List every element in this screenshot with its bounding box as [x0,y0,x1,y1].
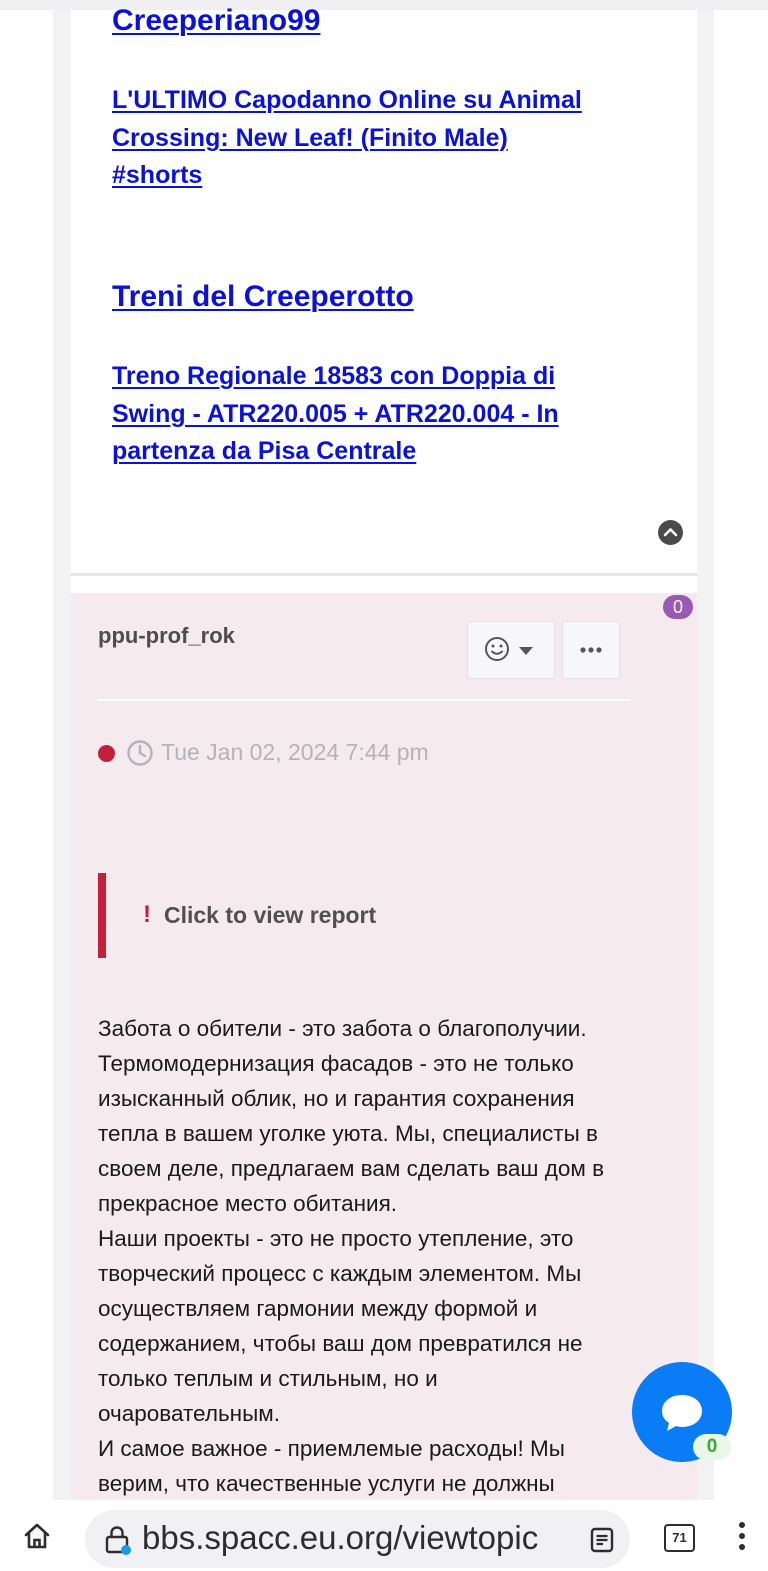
post-author[interactable]: ppu-prof_rok [98,623,235,649]
home-icon[interactable] [22,1521,52,1551]
url-text: bbs.spacc.eu.org/viewtopic [142,1519,539,1556]
post-body-line: творческий процесс с каждым элементом. М… [98,1261,582,1286]
chat-bubble-icon [662,1395,702,1431]
video-link-line: Crossing: New Leaf! (Finito Male) [112,123,508,152]
address-bar[interactable]: bbs.spacc.eu.org/viewtopic [85,1510,630,1568]
chat-count-badge: 0 [693,1434,731,1460]
report-notice[interactable]: ! Click to view report [98,873,586,958]
post-body-line: Наши проекты - это не просто утепление, … [98,1226,574,1251]
post-body-line: осуществляем гармонии между формой и [98,1296,538,1321]
video-link-line: Swing - ATR220.005 + ATR220.004 - In [112,399,559,428]
video-link-capodanno[interactable]: L'ULTIMO Capodanno Online su Animal Cros… [112,82,632,195]
video-link-line: L'ULTIMO Capodanno Online su Animal [112,86,582,114]
report-link-text: Click to view report [164,902,377,928]
browser-toolbar: bbs.spacc.eu.org/viewtopic 71 [0,1500,768,1571]
video-link-line: #shorts [112,161,203,189]
post-body-line: только теплым и стильным, но и [98,1366,438,1391]
right-gutter [697,10,714,1510]
post-date[interactable]: Tue Jan 02, 2024 7:44 pm [161,739,429,766]
signature-card: Creeperiano99 L'ULTIMO Capodanno Online … [71,4,697,576]
clock-icon [127,740,153,766]
post-card: 0 ppu-prof_rok Tue Jan 02, 2024 7:44 pm … [71,593,697,1513]
reader-mode-icon[interactable] [590,1527,614,1553]
post-body: Забота о обители - это забота о благопол… [98,1011,678,1501]
post-body-line: изысканный облик, но и гарантия сохранен… [98,1086,575,1111]
post-body-line: И самое важное - приемлемые расходы! Мы [98,1436,565,1461]
tab-count-button[interactable]: 71 [664,1524,695,1552]
kebab-menu-icon[interactable] [738,1521,746,1551]
channel-link-treni[interactable]: Treni del Creeperotto [112,280,414,314]
post-body-line: Забота о обители - это забота о благопол… [98,1016,587,1041]
post-body-line: очаровательным. [98,1401,280,1426]
lock-icon [105,1526,131,1555]
post-body-line: содержанием, чтобы ваш дом превратился н… [98,1331,583,1356]
post-body-line: Термомодернизация фасадов - это не тольк… [98,1051,574,1076]
ellipsis-icon [580,647,602,653]
smiley-icon [485,637,509,661]
reaction-count-badge: 0 [663,595,693,619]
video-link-line: Treno Regionale 18583 con Doppia di [112,362,556,390]
left-margin [0,10,53,1510]
post-body-line: своем деле, предлагаем вам сделать ваш д… [98,1156,605,1181]
header-divider [98,699,630,701]
left-gutter [53,10,71,1510]
video-link-line: partenza da Pisa Centrale [112,437,417,465]
post-body-line: тепла в вашем уголке уюта. Мы, специалис… [98,1121,598,1146]
caret-down-icon [519,647,533,655]
back-to-top-button[interactable] [658,520,683,545]
post-body-line: верим, что качественные услуги не должны [98,1471,555,1496]
exclamation-icon: ! [143,901,151,928]
post-body-line: прекрасное место обитания. [98,1191,398,1216]
chevron-up-icon [663,528,678,537]
more-options-button[interactable] [562,621,620,679]
video-link-treno[interactable]: Treno Regionale 18583 con Doppia di Swin… [112,358,632,471]
react-button[interactable] [467,621,555,679]
online-status-dot [98,745,115,762]
channel-link-creeperiano[interactable]: Creeperiano99 [112,4,320,38]
